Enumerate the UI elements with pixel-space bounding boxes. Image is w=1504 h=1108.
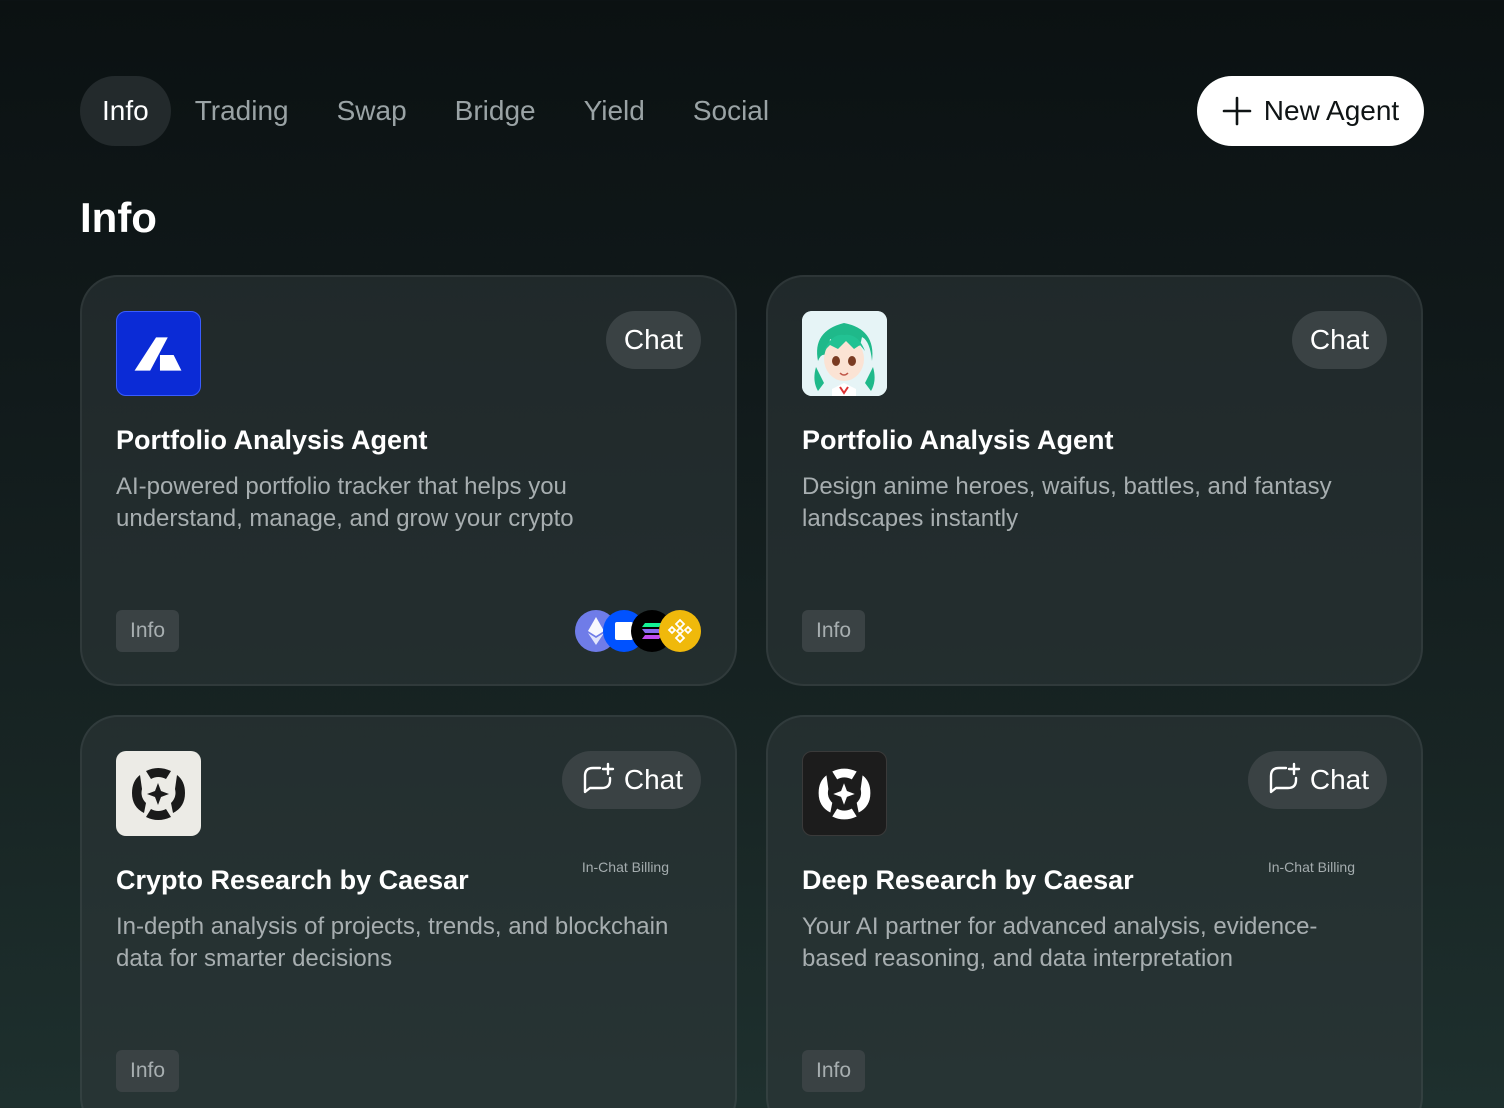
bnb-icon bbox=[659, 610, 701, 652]
caesar-logo-icon bbox=[802, 751, 887, 836]
agent-description: Your AI partner for advanced analysis, e… bbox=[802, 913, 1318, 972]
billing-label: In-Chat Billing bbox=[1267, 859, 1355, 875]
tab-bridge[interactable]: Bridge bbox=[431, 76, 560, 146]
agent-description: In-depth analysis of projects, trends, a… bbox=[116, 913, 669, 972]
supported-chains bbox=[575, 610, 701, 652]
agent-title: Portfolio Analysis Agent bbox=[802, 425, 1114, 455]
tab-info[interactable]: Info bbox=[80, 76, 171, 146]
new-chat-icon bbox=[583, 762, 615, 794]
chat-button-label: Chat bbox=[623, 764, 683, 795]
category-tag: Info bbox=[116, 1050, 180, 1092]
agent-title: Crypto Research by Caesar bbox=[116, 865, 469, 895]
chat-button[interactable]: Chat bbox=[605, 311, 701, 369]
agent-card-crypto-research[interactable]: Chat In-Chat Billing Crypto Research by … bbox=[80, 715, 737, 1108]
anime-avatar-icon bbox=[802, 311, 887, 396]
chat-button[interactable]: Chat bbox=[1291, 311, 1387, 369]
category-tag: Info bbox=[802, 610, 866, 652]
tab-swap[interactable]: Swap bbox=[313, 76, 431, 146]
tab-yield[interactable]: Yield bbox=[560, 76, 669, 146]
chat-button[interactable]: Chat bbox=[1247, 751, 1387, 809]
agent-title: Deep Research by Caesar bbox=[802, 865, 1134, 895]
caesar-logo-icon bbox=[116, 751, 201, 836]
category-tag: Info bbox=[116, 610, 180, 652]
chat-button-label: Chat bbox=[1309, 324, 1369, 355]
chat-button-label: Chat bbox=[623, 324, 683, 355]
agent-card-deep-research[interactable]: Chat In-Chat Billing Deep Research by Ca… bbox=[766, 715, 1423, 1108]
new-agent-label: New Agent bbox=[1263, 95, 1400, 126]
section-title: Info bbox=[80, 194, 157, 241]
category-tabs: Info Trading Swap Bridge Yield Social bbox=[80, 76, 793, 146]
billing-label: In-Chat Billing bbox=[581, 859, 669, 875]
chat-button-label: Chat bbox=[1309, 764, 1369, 795]
new-chat-icon bbox=[1269, 762, 1301, 794]
tab-trading[interactable]: Trading bbox=[171, 76, 313, 146]
new-agent-button[interactable]: New Agent bbox=[1197, 76, 1424, 146]
agent-card-portfolio[interactable]: Chat Portfolio Analysis Agent AI-powered… bbox=[80, 275, 737, 686]
agent-description: Design anime heroes, waifus, battles, an… bbox=[802, 473, 1332, 532]
plus-icon bbox=[1222, 96, 1252, 126]
tab-social[interactable]: Social bbox=[669, 76, 793, 146]
agent-card-anime[interactable]: Chat Portfolio Analysis Agent Design ani… bbox=[766, 275, 1423, 686]
chat-button[interactable]: Chat bbox=[561, 751, 701, 809]
category-tag: Info bbox=[802, 1050, 866, 1092]
portfolio-logo-icon bbox=[116, 311, 201, 396]
agent-description: AI-powered portfolio tracker that helps … bbox=[116, 473, 574, 532]
agent-title: Portfolio Analysis Agent bbox=[116, 425, 428, 455]
